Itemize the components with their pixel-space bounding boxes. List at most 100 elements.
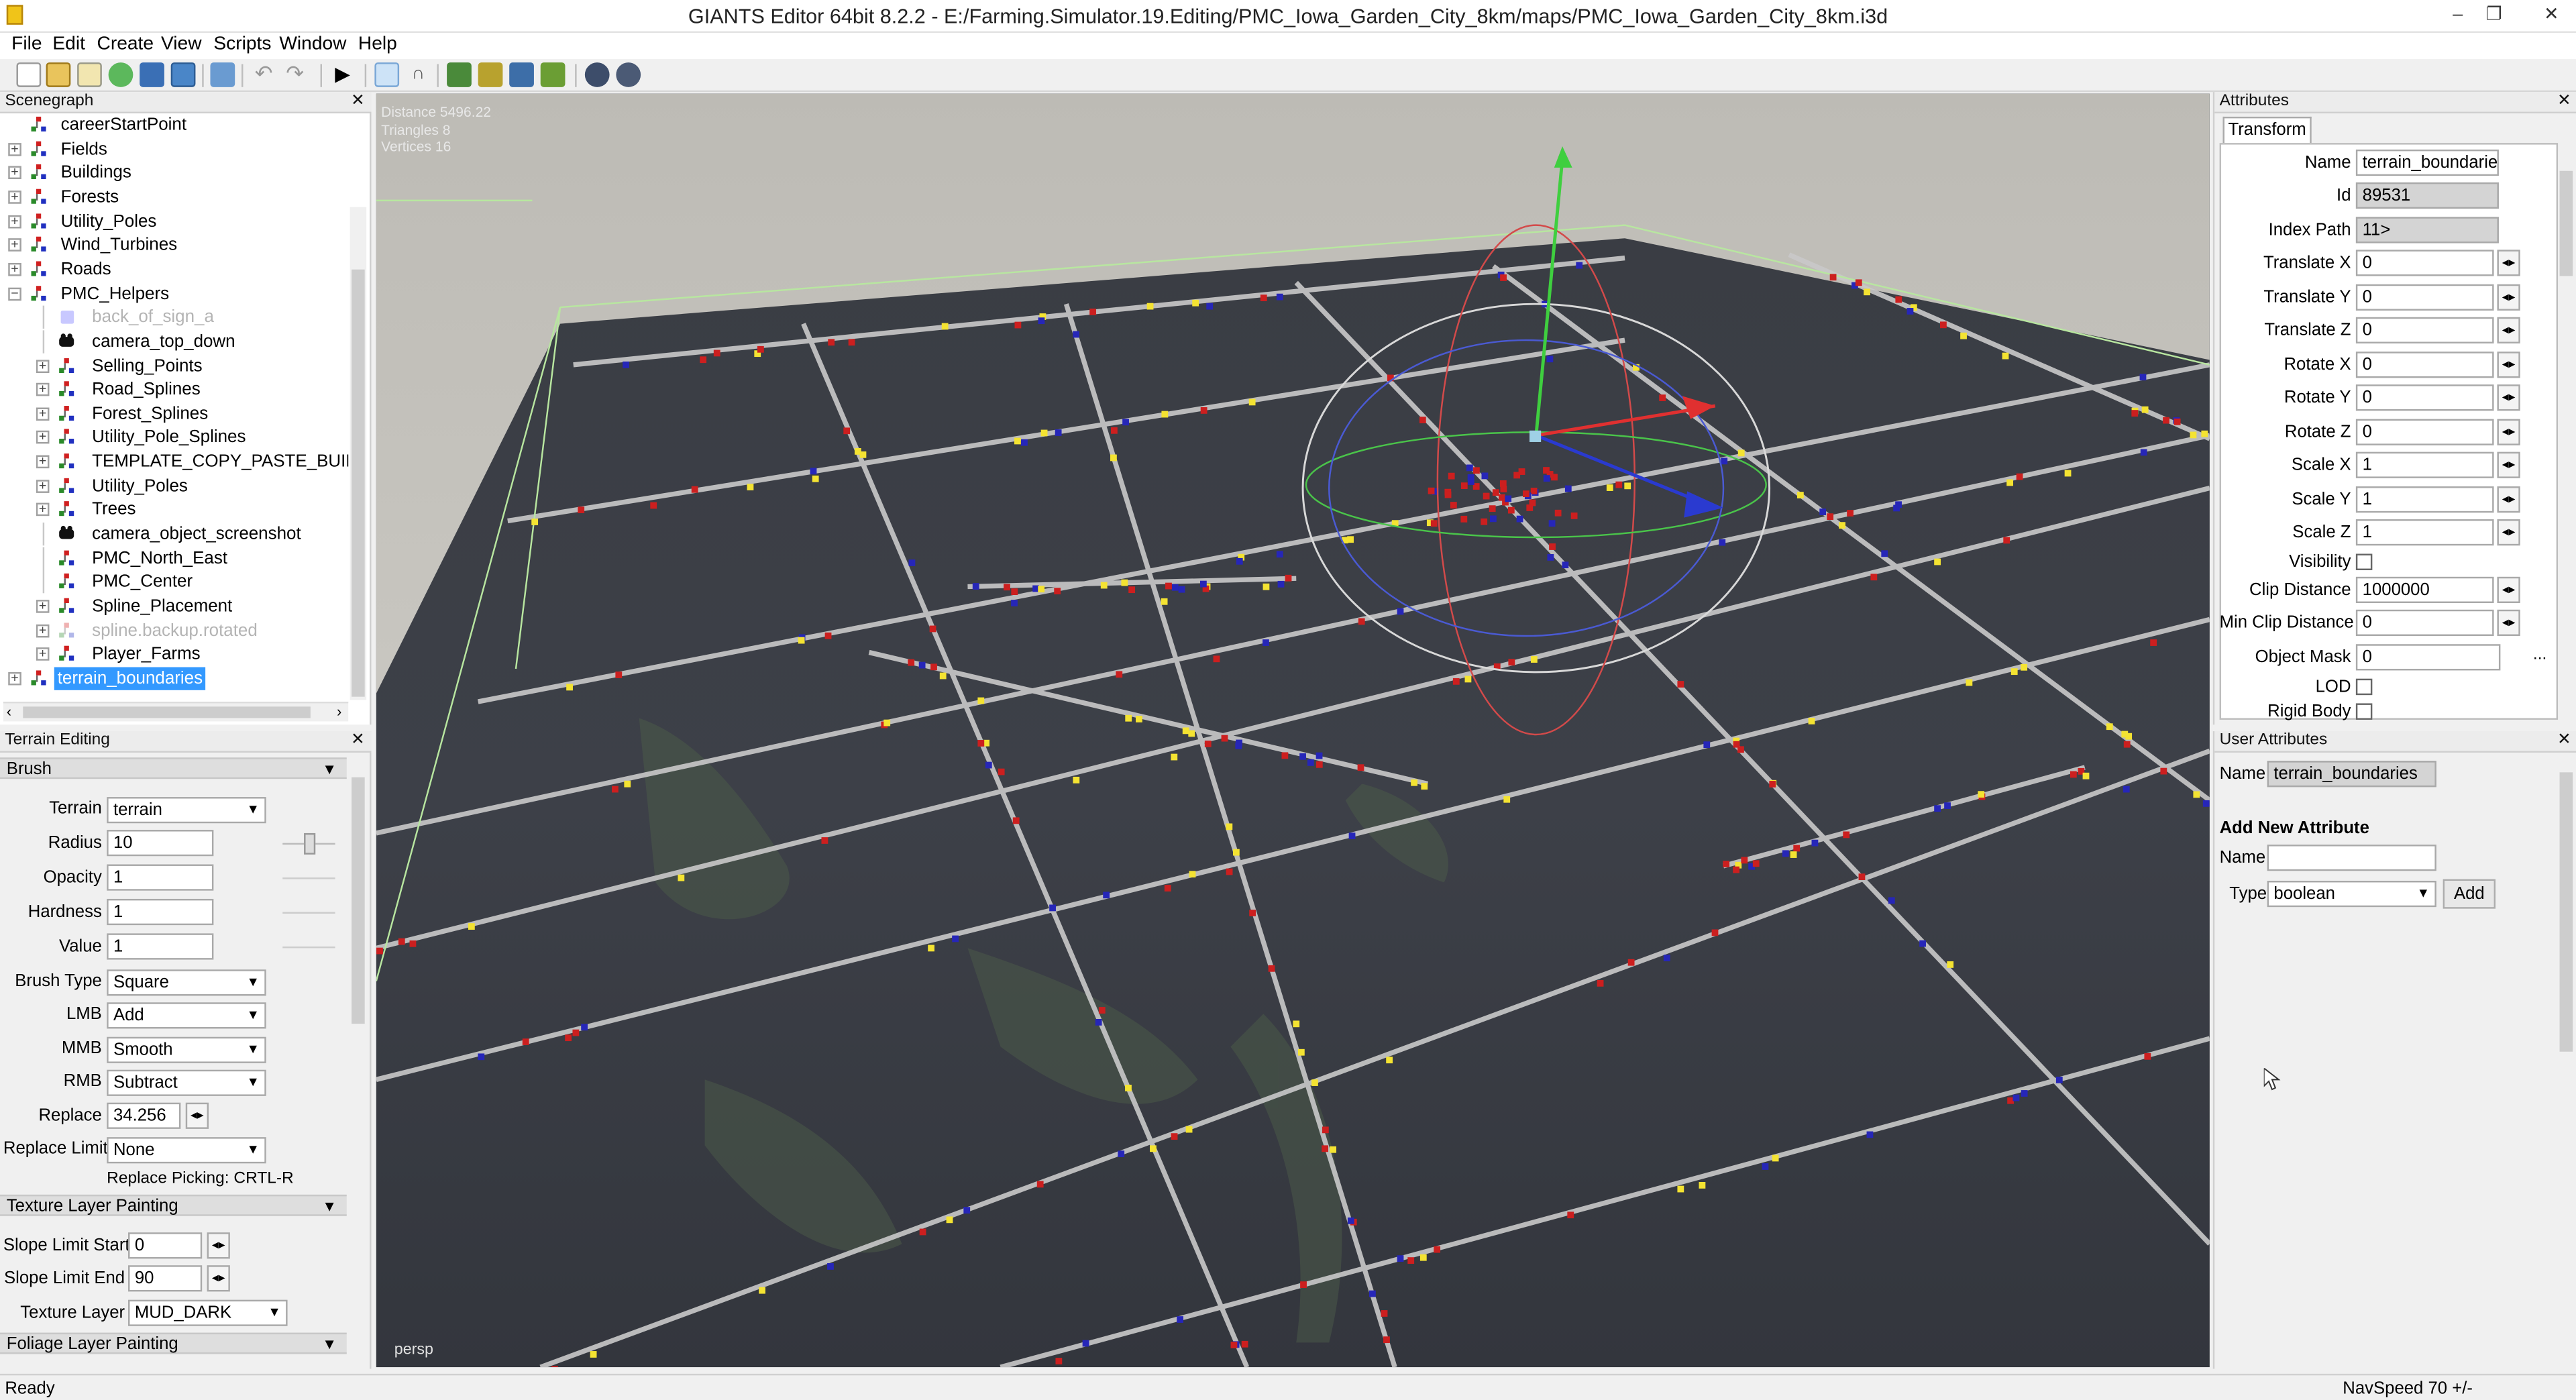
lmb-select[interactable]: Add ▼: [107, 1002, 266, 1029]
minimize-button[interactable]: –: [2445, 3, 2471, 26]
mmb-select[interactable]: Smooth ▼: [107, 1036, 266, 1063]
settings-icon[interactable]: [584, 62, 610, 87]
tree-node[interactable]: + Forest_Splines: [0, 402, 348, 427]
rotate-z-spinner[interactable]: ◂▸: [2497, 419, 2520, 445]
attributes-vscroll[interactable]: [2558, 151, 2575, 717]
visibility-checkbox[interactable]: [2355, 553, 2373, 571]
rigid-body-checkbox[interactable]: [2355, 703, 2373, 720]
new-file-icon[interactable]: [16, 62, 42, 87]
translate-y-spinner[interactable]: ◂▸: [2497, 284, 2520, 311]
slope-start-spinner[interactable]: ◂▸: [207, 1232, 230, 1259]
opacity-slider[interactable]: [282, 877, 335, 879]
tree-node[interactable]: back_of_sign_a: [0, 306, 348, 330]
slope-start-input[interactable]: 0: [128, 1232, 203, 1259]
scale-z-input[interactable]: 1: [2355, 519, 2494, 546]
terrain-paint-icon[interactable]: [478, 62, 503, 87]
replace-limit-select[interactable]: None ▼: [107, 1137, 266, 1164]
tools-icon[interactable]: [616, 62, 641, 87]
tree-node[interactable]: + Trees: [0, 498, 348, 523]
name-input[interactable]: terrain_boundaries: [2355, 149, 2499, 176]
opacity-input[interactable]: 1: [107, 864, 214, 891]
slope-end-spinner[interactable]: ◂▸: [207, 1265, 230, 1292]
brush-section-header[interactable]: Brush ▼: [0, 757, 347, 779]
tree-node[interactable]: + Buildings: [0, 162, 348, 186]
terrain-editing-vscroll[interactable]: [350, 757, 367, 1366]
tree-node[interactable]: PMC_North_East: [0, 546, 348, 571]
tree-node[interactable]: camera_top_down: [0, 329, 348, 354]
save-as-icon[interactable]: [170, 62, 196, 87]
rotate-y-spinner[interactable]: ◂▸: [2497, 384, 2520, 411]
expand-icon[interactable]: +: [36, 623, 50, 637]
radius-input[interactable]: 10: [107, 830, 214, 857]
3d-viewport[interactable]: Distance 5496.22 Triangles 8 Vertices 16…: [376, 93, 2210, 1368]
expand-icon[interactable]: +: [8, 142, 21, 156]
user-attributes-vscroll[interactable]: [2558, 755, 2575, 1364]
clip-distance-spinner[interactable]: ◂▸: [2497, 576, 2520, 604]
tree-node[interactable]: camera_object_screenshot: [0, 523, 348, 547]
rotate-y-input[interactable]: 0: [2355, 384, 2494, 411]
expand-icon[interactable]: +: [36, 502, 50, 517]
magnet-icon[interactable]: ∩: [406, 62, 431, 87]
scenegraph-vscroll[interactable]: [350, 207, 367, 700]
new-attribute-name-input[interactable]: [2267, 845, 2436, 871]
scale-x-input[interactable]: 1: [2355, 451, 2494, 478]
tree-node[interactable]: careerStartPoint: [0, 113, 348, 138]
tree-node[interactable]: + Fields: [0, 138, 348, 162]
object-mask-input[interactable]: 0: [2355, 644, 2501, 671]
menu-view[interactable]: View: [161, 34, 202, 54]
undo-icon[interactable]: ↶: [252, 62, 276, 87]
lod-checkbox[interactable]: [2355, 678, 2373, 696]
translate-z-spinner[interactable]: ◂▸: [2497, 317, 2520, 343]
tree-node[interactable]: + Spline_Placement: [0, 595, 348, 619]
expand-icon[interactable]: +: [36, 599, 50, 613]
menu-edit[interactable]: Edit: [52, 34, 85, 54]
translate-x-input[interactable]: 0: [2355, 250, 2494, 276]
open-file-icon[interactable]: [46, 62, 71, 87]
tree-node[interactable]: + Road_Splines: [0, 378, 348, 402]
hardness-slider[interactable]: [282, 912, 335, 914]
min-clip-distance-input[interactable]: 0: [2355, 609, 2494, 636]
new-attribute-type-select[interactable]: boolean ▼: [2267, 880, 2436, 908]
expand-icon[interactable]: +: [36, 455, 50, 469]
terrain-select[interactable]: terrain ▼: [107, 797, 266, 824]
select-mode-icon[interactable]: [374, 62, 400, 87]
clip-distance-input[interactable]: 1000000: [2355, 576, 2494, 604]
menu-create[interactable]: Create: [97, 34, 154, 54]
translate-x-spinner[interactable]: ◂▸: [2497, 250, 2520, 276]
object-mask-button[interactable]: ...: [2528, 646, 2551, 669]
translate-z-input[interactable]: 0: [2355, 317, 2494, 343]
texture-layer-select[interactable]: MUD_DARK ▼: [128, 1299, 288, 1326]
menu-scripts[interactable]: Scripts: [213, 34, 271, 54]
edit-file-icon[interactable]: [77, 62, 102, 87]
foliage-layer-section-header[interactable]: Foliage Layer Painting ▼: [0, 1332, 347, 1354]
close-icon[interactable]: ✕: [2557, 92, 2571, 111]
rotate-x-input[interactable]: 0: [2355, 352, 2494, 378]
tree-node[interactable]: − PMC_Helpers: [0, 282, 348, 306]
menu-file[interactable]: File: [11, 34, 42, 54]
tree-node[interactable]: + Utility_Poles: [0, 210, 348, 234]
close-icon[interactable]: ✕: [351, 731, 365, 751]
tree-node[interactable]: + Player_Farms: [0, 643, 348, 667]
value-slider[interactable]: [282, 946, 335, 949]
rotate-x-spinner[interactable]: ◂▸: [2497, 352, 2520, 378]
hardness-input[interactable]: 1: [107, 898, 214, 926]
rotate-z-input[interactable]: 0: [2355, 419, 2494, 445]
tree-node[interactable]: + terrain_boundaries: [0, 667, 348, 691]
expand-icon[interactable]: +: [36, 431, 50, 445]
replace-input[interactable]: 34.256: [107, 1102, 181, 1129]
scale-y-spinner[interactable]: ◂▸: [2497, 486, 2520, 513]
tree-node[interactable]: + Selling_Points: [0, 354, 348, 378]
close-icon[interactable]: ✕: [351, 92, 365, 111]
expand-icon[interactable]: +: [36, 647, 50, 661]
expand-icon[interactable]: +: [36, 478, 50, 493]
restore-button[interactable]: ❐: [2481, 3, 2507, 26]
tree-node[interactable]: + spline.backup.rotated: [0, 619, 348, 643]
expand-icon[interactable]: +: [8, 262, 21, 276]
texture-layer-section-header[interactable]: Texture Layer Painting ▼: [0, 1194, 347, 1216]
terrain-sculpt-icon[interactable]: [447, 62, 472, 87]
translate-y-input[interactable]: 0: [2355, 284, 2494, 311]
play-icon[interactable]: ▶: [330, 62, 355, 87]
replace-spinner[interactable]: ◂▸: [185, 1102, 209, 1129]
tree-node[interactable]: + Utility_Poles: [0, 474, 348, 498]
scenegraph-hscroll[interactable]: ‹ ›: [3, 701, 349, 722]
